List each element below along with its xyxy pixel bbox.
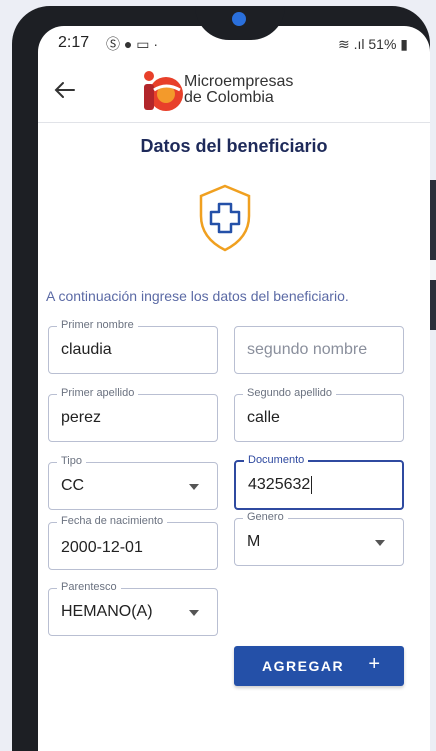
plus-icon: +: [368, 653, 380, 675]
page-title: Datos del beneficiario: [140, 136, 328, 156]
brand-name: Microempresas de Colombia: [184, 74, 293, 106]
notification-icons: Ⓢ ● ▭ ·: [106, 36, 159, 52]
field-placeholder: segundo nombre: [247, 341, 368, 358]
battery-level: 51%: [368, 36, 397, 52]
field-value: 2000-12-01: [61, 539, 143, 556]
battery-icon: ▮: [396, 36, 408, 52]
field-value: calle: [247, 409, 280, 426]
wifi-signal-icon: ≋ .ıl: [337, 36, 369, 52]
segundo-nombre-field[interactable]: segundo nombre: [234, 326, 404, 374]
parentesco-select[interactable]: Parentesco HEMANO(A): [48, 581, 218, 636]
field-label: Primer apellido: [57, 387, 139, 399]
field-label: Primer nombre: [57, 319, 138, 331]
dropdown-arrow-icon: [189, 484, 199, 490]
back-arrow-icon[interactable]: [52, 78, 78, 102]
brand-line-2: de Colombia: [184, 89, 274, 106]
field-value: M: [247, 533, 261, 550]
status-time: 2:17: [58, 34, 90, 51]
field-label: Fecha de nacimiento: [57, 515, 168, 527]
primer-apellido-field[interactable]: Primer apellido perez: [48, 387, 218, 442]
status-right: ≋ .ıl 51% ▮: [338, 36, 408, 53]
health-shield-icon: [199, 184, 251, 252]
field-value: CC: [61, 477, 85, 494]
field-value: perez: [61, 409, 102, 426]
field-label: Segundo apellido: [243, 387, 337, 399]
field-label: Documento: [244, 454, 309, 466]
tipo-select[interactable]: Tipo CC: [48, 455, 218, 510]
genero-select[interactable]: Genero M: [234, 511, 404, 566]
documento-text: 4325632: [248, 476, 311, 494]
field-value: 4325632: [248, 476, 313, 494]
dropdown-arrow-icon: [189, 610, 199, 616]
field-value: claudia: [61, 341, 112, 358]
button-label: AGREGAR: [262, 658, 345, 674]
logo-icon: [144, 71, 183, 111]
segundo-apellido-field[interactable]: Segundo apellido calle: [234, 387, 404, 442]
app-bar: Microempresas de Colombia: [38, 62, 430, 123]
field-label: Parentesco: [57, 581, 121, 593]
primer-nombre-field[interactable]: Primer nombre claudia: [48, 319, 218, 374]
documento-field[interactable]: Documento 4325632: [234, 454, 404, 510]
field-label: Genero: [243, 511, 288, 523]
phone-frame: 2:17 Ⓢ ● ▭ · ≋ .ıl 51% ▮ Microempresas d…: [12, 6, 430, 751]
agregar-button[interactable]: AGREGAR +: [234, 646, 404, 686]
fecha-nacimiento-field[interactable]: Fecha de nacimiento 2000-12-01: [48, 515, 218, 570]
field-label: Tipo: [57, 455, 86, 467]
phone-screen: 2:17 Ⓢ ● ▭ · ≋ .ıl 51% ▮ Microempresas d…: [38, 26, 430, 751]
text-cursor: [311, 476, 313, 494]
brand-line-1: Microempresas: [184, 73, 294, 90]
dropdown-arrow-icon: [375, 540, 385, 546]
camera-icon: [232, 12, 246, 26]
instruction-text: A continuación ingrese los datos del ben…: [46, 288, 349, 304]
field-value: HEMANO(A): [61, 603, 153, 620]
